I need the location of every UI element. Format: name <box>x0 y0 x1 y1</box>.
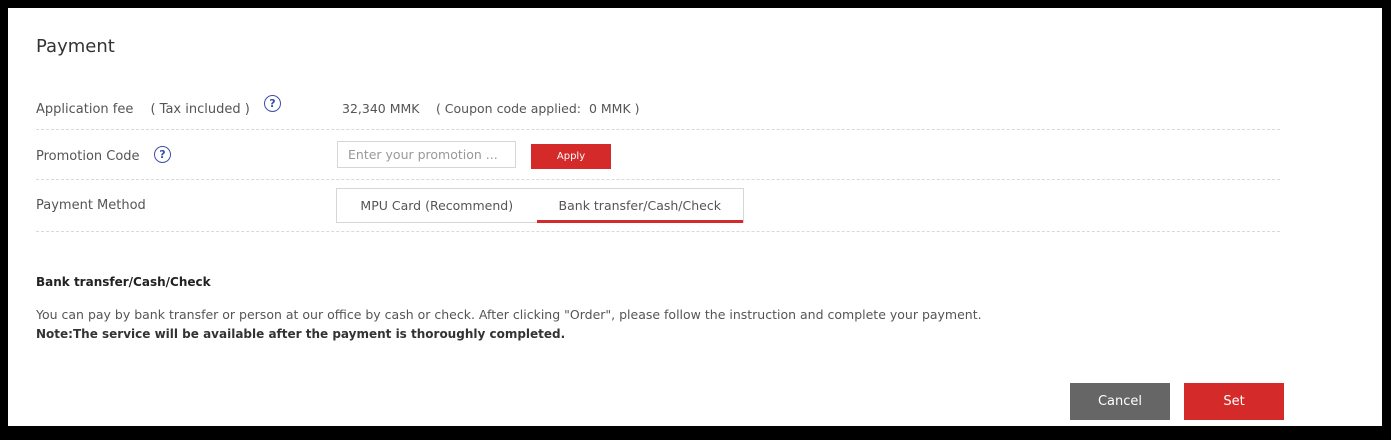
promotion-code-input[interactable] <box>337 141 516 168</box>
tab-mpu-card[interactable]: MPU Card (Recommend) <box>337 189 537 222</box>
payment-note: Note:The service will be available after… <box>36 327 566 341</box>
payment-method-row: Payment Method MPU Card (Recommend) Bank… <box>36 188 1280 232</box>
section-heading: Bank transfer/Cash/Check <box>36 275 211 289</box>
promotion-code-row: Promotion Code ? Apply <box>36 139 1280 180</box>
payment-method-tabs: MPU Card (Recommend) Bank transfer/Cash/… <box>336 188 744 223</box>
application-fee-value: 32,340 MMK ( Coupon code applied: 0 MMK … <box>342 101 640 116</box>
tab-bank-transfer[interactable]: Bank transfer/Cash/Check <box>536 189 744 223</box>
help-icon[interactable]: ? <box>154 146 171 163</box>
cancel-button[interactable]: Cancel <box>1070 383 1170 420</box>
page-title: Payment <box>36 36 115 57</box>
application-fee-label: Application fee ( Tax included ) <box>36 102 250 117</box>
application-fee-row: Application fee ( Tax included ) ? 32,34… <box>36 88 1280 130</box>
payment-method-label: Payment Method <box>36 198 146 213</box>
help-icon[interactable]: ? <box>264 95 281 112</box>
set-button[interactable]: Set <box>1184 383 1284 420</box>
payment-description: You can pay by bank transfer or person a… <box>36 307 982 322</box>
apply-button[interactable]: Apply <box>531 144 611 169</box>
payment-panel: Payment Application fee ( Tax included )… <box>8 8 1382 426</box>
promotion-code-label: Promotion Code <box>36 149 140 164</box>
